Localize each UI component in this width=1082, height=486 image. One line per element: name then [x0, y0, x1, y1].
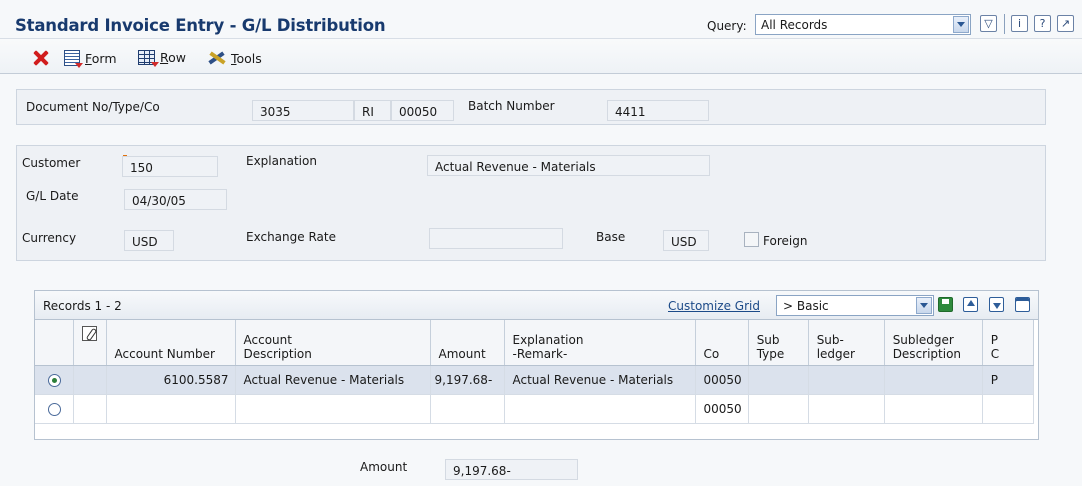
records-grid: Records 1 - 2 Customize Grid > Basic Acc…	[34, 290, 1039, 440]
exchange-rate-label: Exchange Rate	[246, 230, 336, 244]
pc-cell[interactable]: P	[982, 365, 1034, 395]
total-amount-label: Amount	[360, 460, 408, 474]
header-divider	[1004, 14, 1005, 34]
row-select-cell[interactable]	[35, 365, 74, 395]
company-cell[interactable]: 00050	[695, 365, 749, 395]
explanation-cell[interactable]: Actual Revenue - Materials	[504, 365, 696, 395]
explanation-cell[interactable]	[504, 394, 696, 424]
document-company-field: 00050	[391, 100, 454, 121]
help-icon[interactable]: ?	[1034, 15, 1051, 32]
total-amount-field: 9,197.68-	[445, 459, 578, 480]
subledger-description-cell[interactable]	[884, 365, 983, 395]
table-row[interactable]: 6100.5587 Actual Revenue - Materials 9,1…	[35, 365, 1034, 395]
column-header[interactable]: Sub- ledger	[808, 320, 885, 366]
subledger-cell[interactable]	[808, 394, 885, 424]
row-radio-selected[interactable]	[48, 373, 62, 387]
filter-icon[interactable]: ▽	[980, 15, 997, 32]
account-number-cell[interactable]: 6100.5587	[106, 365, 236, 395]
gl-date-field: 04/30/05	[124, 189, 227, 210]
column-header[interactable]: Explanation -Remark-	[504, 320, 696, 366]
column-header[interactable]: P C	[982, 320, 1034, 366]
close-x-icon	[33, 50, 49, 66]
maximize-grid-icon[interactable]	[1015, 297, 1030, 312]
grid-format-value: > Basic	[783, 299, 829, 313]
customer-label: Customer	[22, 156, 81, 170]
chevron-down-icon[interactable]	[953, 16, 969, 33]
row-radio[interactable]	[48, 402, 62, 416]
table-row[interactable]: 00050	[35, 394, 1034, 424]
toolbar: Form Row Tools	[0, 38, 1082, 74]
sub-type-cell[interactable]	[748, 394, 809, 424]
tools-menu-label: Tools	[231, 50, 262, 66]
row-menu[interactable]: Row	[138, 50, 186, 67]
batch-number-label: Batch Number	[468, 99, 555, 113]
column-header-select	[35, 320, 74, 366]
form-icon	[64, 50, 83, 68]
query-select[interactable]: All Records	[755, 14, 971, 35]
account-description-cell[interactable]	[235, 394, 431, 424]
document-number-field: 3035	[252, 100, 354, 121]
explanation-label: Explanation	[246, 154, 317, 168]
account-description-cell[interactable]: Actual Revenue - Materials	[235, 365, 431, 395]
invoice-panel: Customer 150 Explanation Actual Revenue …	[16, 145, 1046, 261]
exchange-rate-field	[429, 228, 563, 249]
foreign-label: Foreign	[763, 234, 808, 248]
row-select-cell[interactable]	[35, 394, 74, 424]
export-icon[interactable]	[963, 297, 978, 312]
tools-menu[interactable]: Tools	[207, 50, 262, 66]
attachment-icon	[81, 326, 97, 341]
sub-type-cell[interactable]	[748, 365, 809, 395]
column-header[interactable]: Sub Type	[748, 320, 809, 366]
query-label: Query:	[707, 19, 747, 33]
base-label: Base	[596, 230, 626, 244]
explanation-field: Actual Revenue - Materials	[427, 155, 710, 176]
currency-label: Currency	[22, 231, 77, 245]
customer-field: 150	[122, 156, 218, 177]
pc-cell[interactable]	[982, 394, 1034, 424]
subledger-cell[interactable]	[808, 365, 885, 395]
records-count: Records 1 - 2	[43, 299, 122, 313]
cancel-button[interactable]	[33, 50, 49, 66]
foreign-checkbox[interactable]	[744, 232, 759, 247]
attachment-cell[interactable]	[73, 365, 107, 395]
chevron-down-icon[interactable]	[916, 297, 932, 314]
customize-grid-link[interactable]: Customize Grid	[668, 299, 760, 313]
column-header-attachment[interactable]	[73, 320, 107, 366]
attachment-cell[interactable]	[73, 394, 107, 424]
help-context-icon[interactable]: ↗	[1057, 15, 1074, 32]
row-menu-label: Row	[160, 50, 186, 65]
gl-distribution-table: Account Number Account Description Amoun…	[35, 320, 1034, 424]
gl-date-label: G/L Date	[26, 189, 79, 203]
column-header[interactable]: Amount	[430, 320, 505, 366]
row-grid-icon	[138, 50, 159, 67]
page-title: Standard Invoice Entry - G/L Distributio…	[15, 16, 386, 35]
grid-header-row: Account Number Account Description Amoun…	[35, 320, 1034, 366]
tools-icon	[207, 50, 226, 66]
column-header[interactable]: Co	[695, 320, 749, 366]
document-panel: Document No/Type/Co 3035 RI 00050 Batch …	[16, 89, 1046, 125]
batch-number-field: 4411	[607, 100, 709, 121]
grid-format-select[interactable]: > Basic	[776, 295, 934, 316]
company-cell[interactable]: 00050	[695, 394, 749, 424]
amount-cell[interactable]	[430, 394, 505, 424]
base-currency-field: USD	[663, 230, 709, 251]
subledger-description-cell[interactable]	[884, 394, 983, 424]
save-grid-icon[interactable]	[938, 297, 953, 312]
column-header[interactable]: Subledger Description	[884, 320, 983, 366]
column-header[interactable]: Account Description	[235, 320, 431, 366]
column-header[interactable]: Account Number	[106, 320, 236, 366]
info-icon[interactable]: i	[1011, 15, 1028, 32]
form-menu[interactable]: Form	[64, 50, 117, 68]
amount-cell[interactable]: 9,197.68-	[430, 365, 505, 395]
query-select-value: All Records	[761, 18, 828, 32]
currency-field: USD	[124, 230, 174, 251]
document-label: Document No/Type/Co	[26, 100, 160, 114]
document-type-field: RI	[354, 100, 391, 121]
account-number-cell[interactable]	[106, 394, 236, 424]
import-icon[interactable]	[989, 297, 1004, 312]
form-menu-label: Form	[85, 50, 117, 66]
grid-toolbar: Records 1 - 2 Customize Grid > Basic	[35, 291, 1038, 320]
